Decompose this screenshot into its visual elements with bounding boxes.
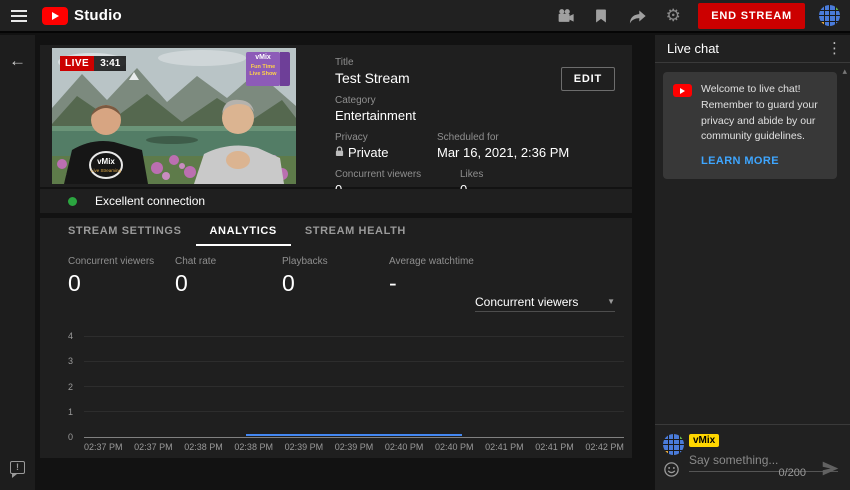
dropdown-caret-icon: ▼	[607, 297, 615, 306]
likes-label: Likes	[460, 169, 483, 180]
chat-message-input[interactable]	[689, 451, 838, 472]
metric-chat-rate: Chat rate 0	[175, 256, 282, 297]
vmix-show-logo: vMix Fun Time Live Show	[246, 52, 292, 86]
live-chat-header: Live chat ⋮	[655, 35, 850, 63]
welcome-message-text: Welcome to live chat! Remember to guard …	[701, 82, 827, 145]
share-icon[interactable]	[626, 5, 648, 27]
learn-more-link[interactable]: LEARN MORE	[701, 155, 827, 167]
end-stream-button[interactable]: END STREAM	[698, 3, 805, 29]
stream-privacy: Private	[348, 145, 388, 160]
connection-dot	[68, 197, 77, 206]
edit-button[interactable]: EDIT	[561, 67, 615, 91]
char-counter: 0/200	[778, 467, 806, 479]
svg-text:Live Streaming: Live Streaming	[91, 168, 122, 173]
chat-messages-area[interactable]: ▴ Welcome to live chat! Remember to guar…	[655, 64, 850, 424]
tab-bar: STREAM SETTINGS ANALYTICS STREAM HEALTH	[40, 218, 632, 246]
viewers-label: Concurrent viewers	[335, 169, 460, 180]
stream-preview[interactable]: vMix Live Streaming LIVE 3:41 vMix Fun T…	[52, 48, 296, 184]
scheduled-label: Scheduled for	[437, 132, 569, 143]
video-camera-icon[interactable]	[554, 5, 576, 27]
youtube-logo-icon	[673, 84, 692, 97]
metric-concurrent-viewers: Concurrent viewers 0	[68, 256, 175, 297]
top-bar: Studio ⚙ END STREAM	[0, 0, 850, 33]
stream-title: Test Stream	[335, 70, 569, 86]
hamburger-menu-icon[interactable]	[0, 0, 38, 32]
scheduled-time: Mar 16, 2021, 2:36 PM	[437, 145, 569, 160]
channel-avatar[interactable]	[819, 5, 840, 26]
top-bar-actions: ⚙ END STREAM	[554, 3, 850, 29]
connection-status-bar: Excellent connection	[40, 189, 632, 213]
metric-selector-dropdown[interactable]: Concurrent viewers ▼	[475, 292, 615, 312]
privacy-label: Privacy	[335, 132, 437, 143]
connection-status: Excellent connection	[95, 194, 205, 208]
elapsed-time-badge: 3:41	[94, 56, 126, 71]
stream-info-card: vMix Live Streaming LIVE 3:41 vMix Fun T…	[40, 45, 632, 187]
scroll-up-icon[interactable]: ▴	[842, 66, 847, 77]
gear-icon[interactable]: ⚙	[662, 5, 684, 27]
feedback-icon[interactable]: !	[10, 461, 25, 474]
metric-average-watchtime: Average watchtime -	[389, 256, 496, 297]
metrics-row: Concurrent viewers 0 Chat rate 0 Playbac…	[68, 256, 496, 297]
tab-analytics[interactable]: ANALYTICS	[196, 218, 291, 246]
tab-stream-health[interactable]: STREAM HEALTH	[291, 218, 420, 246]
send-icon[interactable]	[821, 459, 840, 483]
live-chat-title: Live chat	[667, 41, 719, 56]
title-label: Title	[335, 57, 569, 68]
chart-plot: 01234	[68, 336, 624, 437]
live-badges: LIVE 3:41	[60, 56, 126, 71]
studio-brand[interactable]: Studio	[42, 7, 122, 25]
left-rail: ← !	[0, 35, 35, 490]
concurrent-viewers-chart: 01234 02:37 PM02:37 PM02:38 PM02:38 PM02…	[68, 326, 624, 452]
stream-metadata: Title Test Stream Category Entertainment…	[335, 57, 569, 197]
live-chat-panel: Live chat ⋮ ▴ Welcome to live chat! Reme…	[655, 35, 850, 490]
metric-selector-value: Concurrent viewers	[475, 295, 578, 309]
channel-avatar	[663, 434, 684, 455]
brand-name: Studio	[74, 7, 122, 24]
emoji-icon[interactable]	[663, 461, 680, 483]
chat-input-area: vMix 0/200	[655, 424, 850, 490]
username-badge: vMix	[689, 434, 719, 447]
metric-playbacks: Playbacks 0	[282, 256, 389, 297]
bookmark-icon[interactable]	[590, 5, 612, 27]
chart-line	[84, 334, 624, 435]
analytics-card: STREAM SETTINGS ANALYTICS STREAM HEALTH …	[40, 218, 632, 458]
back-arrow-icon[interactable]: ←	[0, 51, 35, 71]
svg-text:vMix: vMix	[97, 157, 115, 166]
kebab-menu-icon[interactable]: ⋮	[827, 41, 842, 56]
tab-stream-settings[interactable]: STREAM SETTINGS	[54, 218, 196, 246]
lock-icon	[335, 145, 344, 160]
live-badge: LIVE	[60, 56, 94, 71]
chart-x-labels: 02:37 PM02:37 PM02:38 PM02:38 PM02:39 PM…	[84, 442, 624, 452]
youtube-logo-icon	[42, 7, 68, 25]
category-label: Category	[335, 95, 569, 106]
welcome-message-card: Welcome to live chat! Remember to guard …	[663, 72, 837, 179]
youtube-studio-live-dashboard: Studio ⚙ END STREAM ← !	[0, 0, 850, 490]
stream-category: Entertainment	[335, 108, 569, 123]
